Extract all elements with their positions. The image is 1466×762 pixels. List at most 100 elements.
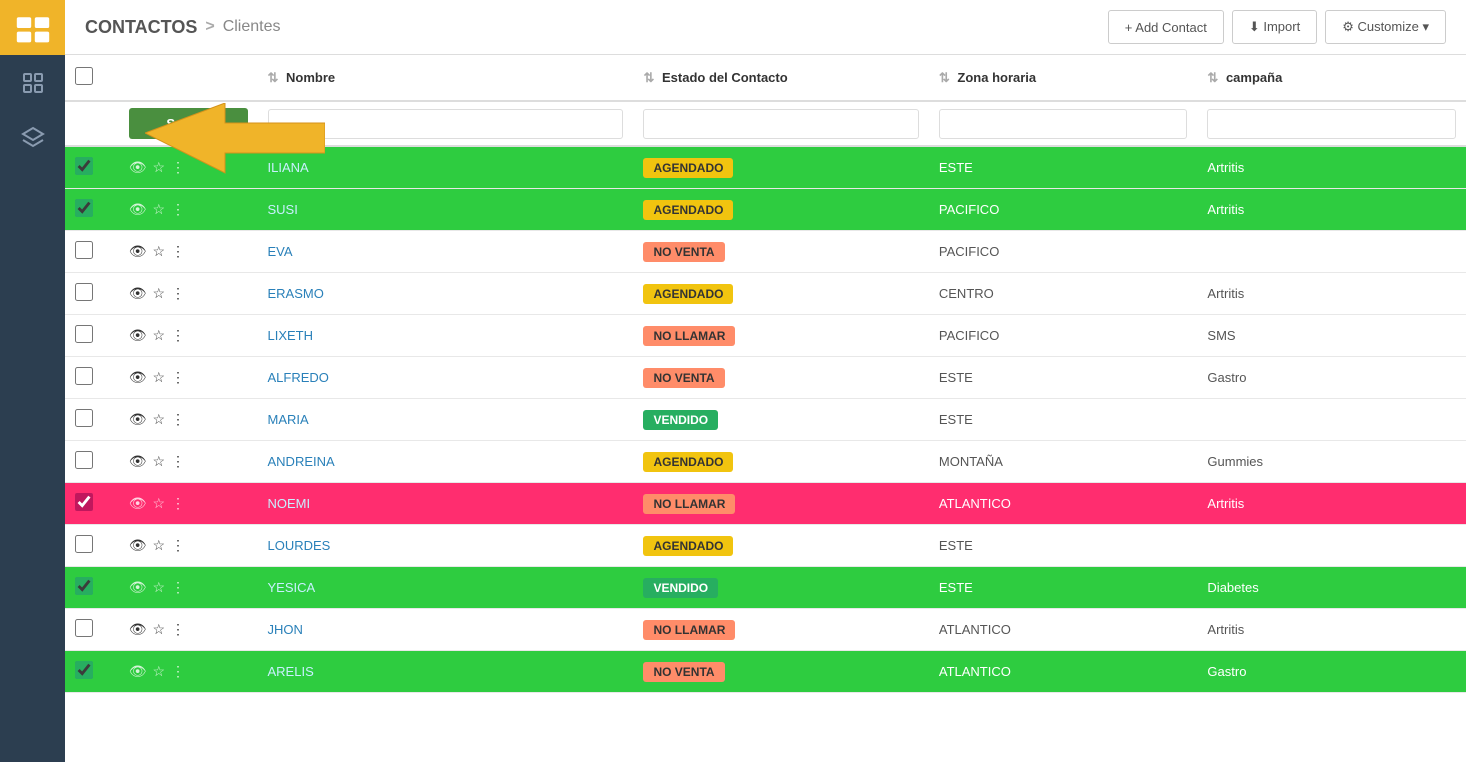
view-icon[interactable]: 👁 xyxy=(129,285,147,302)
row-checkbox[interactable] xyxy=(75,409,93,427)
row-check-cell xyxy=(65,651,119,693)
view-icon[interactable]: 👁 xyxy=(129,579,147,596)
row-check-cell xyxy=(65,567,119,609)
th-campana-label: campaña xyxy=(1226,70,1282,85)
contact-name-link[interactable]: LOURDES xyxy=(268,538,331,553)
row-check-cell xyxy=(65,483,119,525)
row-zona-cell: ATLANTICO xyxy=(929,483,1198,525)
search-name-cell xyxy=(258,101,634,146)
contact-name-link[interactable]: ERASMO xyxy=(268,286,324,301)
contact-name-link[interactable]: LIXETH xyxy=(268,328,314,343)
row-zona-cell: CENTRO xyxy=(929,273,1198,315)
more-icon[interactable]: ⋮ xyxy=(171,537,185,554)
th-nombre[interactable]: ⇅ Nombre xyxy=(258,55,634,101)
star-icon[interactable]: ☆ xyxy=(152,327,165,344)
sidebar-contacts-icon[interactable] xyxy=(0,55,65,110)
search-estado-input[interactable] xyxy=(643,109,918,139)
star-icon[interactable]: ☆ xyxy=(152,201,165,218)
view-icon[interactable]: 👁 xyxy=(129,621,147,638)
row-checkbox[interactable] xyxy=(75,535,93,553)
more-icon[interactable]: ⋮ xyxy=(171,285,185,302)
table-row: 👁 ☆ ⋮ MARIA VENDIDO ESTE xyxy=(65,399,1466,441)
more-icon[interactable]: ⋮ xyxy=(171,411,185,428)
more-icon[interactable]: ⋮ xyxy=(171,327,185,344)
campaign-text: SMS xyxy=(1207,328,1235,343)
view-icon[interactable]: 👁 xyxy=(129,201,147,218)
status-badge: NO LLAMAR xyxy=(643,494,735,514)
contact-name-link[interactable]: SUSI xyxy=(268,202,298,217)
row-checkbox[interactable] xyxy=(75,367,93,385)
customize-button[interactable]: ⚙ Customize ▾ xyxy=(1325,10,1446,44)
search-campana-input[interactable] xyxy=(1207,109,1456,139)
contact-name-link[interactable]: NOEMI xyxy=(268,496,311,511)
row-checkbox[interactable] xyxy=(75,619,93,637)
more-icon[interactable]: ⋮ xyxy=(171,159,185,176)
view-icon[interactable]: 👁 xyxy=(129,243,147,260)
table-row: 👁 ☆ ⋮ ERASMO AGENDADO CENTRO Artritis xyxy=(65,273,1466,315)
star-icon[interactable]: ☆ xyxy=(152,369,165,386)
more-icon[interactable]: ⋮ xyxy=(171,453,185,470)
star-icon[interactable]: ☆ xyxy=(152,621,165,638)
row-checkbox[interactable] xyxy=(75,325,93,343)
table-row: 👁 ☆ ⋮ ALFREDO NO VENTA ESTE Gastro xyxy=(65,357,1466,399)
more-icon[interactable]: ⋮ xyxy=(171,201,185,218)
view-icon[interactable]: 👁 xyxy=(129,453,147,470)
th-zona[interactable]: ⇅ Zona horaria xyxy=(929,55,1198,101)
status-badge: AGENDADO xyxy=(643,284,733,304)
sort-icon-campana: ⇅ xyxy=(1207,70,1218,85)
breadcrumb-title: CONTACTOS xyxy=(85,17,197,38)
star-icon[interactable]: ☆ xyxy=(152,411,165,428)
app-logo[interactable] xyxy=(0,0,65,55)
view-icon[interactable]: 👁 xyxy=(129,537,147,554)
star-icon[interactable]: ☆ xyxy=(152,159,165,176)
search-button[interactable]: Search xyxy=(129,108,248,139)
star-icon[interactable]: ☆ xyxy=(152,495,165,512)
star-icon[interactable]: ☆ xyxy=(152,663,165,680)
contact-name-link[interactable]: ARELIS xyxy=(268,664,314,679)
more-icon[interactable]: ⋮ xyxy=(171,243,185,260)
th-estado[interactable]: ⇅ Estado del Contacto xyxy=(633,55,928,101)
import-button[interactable]: ⬇ Import xyxy=(1232,10,1317,44)
more-icon[interactable]: ⋮ xyxy=(171,621,185,638)
more-icon[interactable]: ⋮ xyxy=(171,579,185,596)
contact-name-link[interactable]: MARIA xyxy=(268,412,309,427)
star-icon[interactable]: ☆ xyxy=(152,537,165,554)
row-checkbox[interactable] xyxy=(75,199,93,217)
contact-name-link[interactable]: JHON xyxy=(268,622,303,637)
contact-name-link[interactable]: YESICA xyxy=(268,580,316,595)
row-checkbox[interactable] xyxy=(75,451,93,469)
row-actions-cell: 👁 ☆ ⋮ xyxy=(119,525,258,567)
contact-name-link[interactable]: ANDREINA xyxy=(268,454,335,469)
search-zona-input[interactable] xyxy=(939,109,1188,139)
zone-text: ESTE xyxy=(939,370,973,385)
view-icon[interactable]: 👁 xyxy=(129,495,147,512)
more-icon[interactable]: ⋮ xyxy=(171,663,185,680)
row-checkbox[interactable] xyxy=(75,577,93,595)
add-contact-button[interactable]: + Add Contact xyxy=(1108,10,1224,44)
row-checkbox[interactable] xyxy=(75,661,93,679)
star-icon[interactable]: ☆ xyxy=(152,285,165,302)
table-row: 👁 ☆ ⋮ ILIANA AGENDADO ESTE Artritis xyxy=(65,146,1466,189)
row-checkbox[interactable] xyxy=(75,283,93,301)
view-icon[interactable]: 👁 xyxy=(129,327,147,344)
contact-name-link[interactable]: EVA xyxy=(268,244,293,259)
row-check-cell xyxy=(65,146,119,189)
select-all-checkbox[interactable] xyxy=(75,67,93,85)
view-icon[interactable]: 👁 xyxy=(129,411,147,428)
row-checkbox[interactable] xyxy=(75,493,93,511)
sidebar-layers-icon[interactable] xyxy=(0,110,65,165)
contact-name-link[interactable]: ALFREDO xyxy=(268,370,329,385)
view-icon[interactable]: 👁 xyxy=(129,159,147,176)
search-name-input[interactable] xyxy=(268,109,624,139)
view-icon[interactable]: 👁 xyxy=(129,663,147,680)
contact-name-link[interactable]: ILIANA xyxy=(268,160,309,175)
view-icon[interactable]: 👁 xyxy=(129,369,147,386)
row-checkbox[interactable] xyxy=(75,157,93,175)
more-icon[interactable]: ⋮ xyxy=(171,369,185,386)
row-checkbox[interactable] xyxy=(75,241,93,259)
th-campana[interactable]: ⇅ campaña xyxy=(1197,55,1466,101)
star-icon[interactable]: ☆ xyxy=(152,243,165,260)
star-icon[interactable]: ☆ xyxy=(152,579,165,596)
more-icon[interactable]: ⋮ xyxy=(171,495,185,512)
star-icon[interactable]: ☆ xyxy=(152,453,165,470)
